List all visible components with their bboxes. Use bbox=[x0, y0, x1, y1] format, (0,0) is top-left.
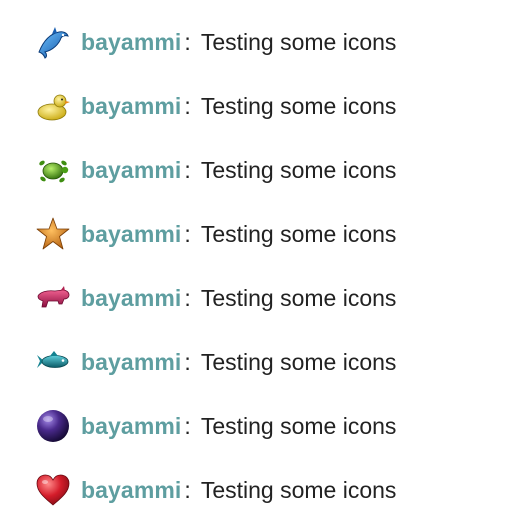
username[interactable]: bayammi bbox=[81, 29, 181, 56]
message-text: Testing some icons bbox=[200, 284, 397, 311]
username[interactable]: bayammi bbox=[81, 349, 181, 376]
chat-message: bayammi : Testing some icons bbox=[34, 278, 396, 318]
message-text: Testing some icons bbox=[200, 476, 397, 503]
heart-icon bbox=[34, 471, 72, 509]
dolphin-icon bbox=[34, 23, 72, 61]
username[interactable]: bayammi bbox=[81, 413, 181, 440]
username[interactable]: bayammi bbox=[81, 93, 181, 120]
message-text: Testing some icons bbox=[200, 156, 397, 183]
message-text: Testing some icons bbox=[200, 28, 397, 55]
username[interactable]: bayammi bbox=[81, 221, 181, 248]
ball-icon bbox=[34, 407, 72, 445]
message-text: Testing some icons bbox=[200, 92, 397, 119]
chat-message: bayammi : Testing some icons bbox=[34, 86, 396, 126]
username[interactable]: bayammi bbox=[81, 157, 181, 184]
chat-message-list: bayammi : Testing some icons bayammi : T… bbox=[0, 0, 520, 529]
chat-message: bayammi : Testing some icons bbox=[34, 22, 396, 62]
message-text: Testing some icons bbox=[200, 412, 397, 439]
chat-message: bayammi : Testing some icons bbox=[34, 150, 396, 190]
starfish-icon bbox=[34, 215, 72, 253]
chat-message: bayammi : Testing some icons bbox=[34, 470, 396, 510]
username[interactable]: bayammi bbox=[81, 477, 181, 504]
separator: : bbox=[184, 348, 191, 375]
separator: : bbox=[184, 476, 191, 503]
separator: : bbox=[184, 28, 191, 55]
turtle-icon bbox=[34, 151, 72, 189]
username[interactable]: bayammi bbox=[81, 285, 181, 312]
message-text: Testing some icons bbox=[200, 220, 397, 247]
separator: : bbox=[184, 92, 191, 119]
message-text: Testing some icons bbox=[200, 348, 397, 375]
separator: : bbox=[184, 412, 191, 439]
pig-icon bbox=[34, 279, 72, 317]
chat-message: bayammi : Testing some icons bbox=[34, 406, 396, 446]
separator: : bbox=[184, 220, 191, 247]
chat-message: bayammi : Testing some icons bbox=[34, 342, 396, 382]
separator: : bbox=[184, 284, 191, 311]
chat-message: bayammi : Testing some icons bbox=[34, 214, 396, 254]
fish-icon bbox=[34, 343, 72, 381]
duck-icon bbox=[34, 87, 72, 125]
separator: : bbox=[184, 156, 191, 183]
